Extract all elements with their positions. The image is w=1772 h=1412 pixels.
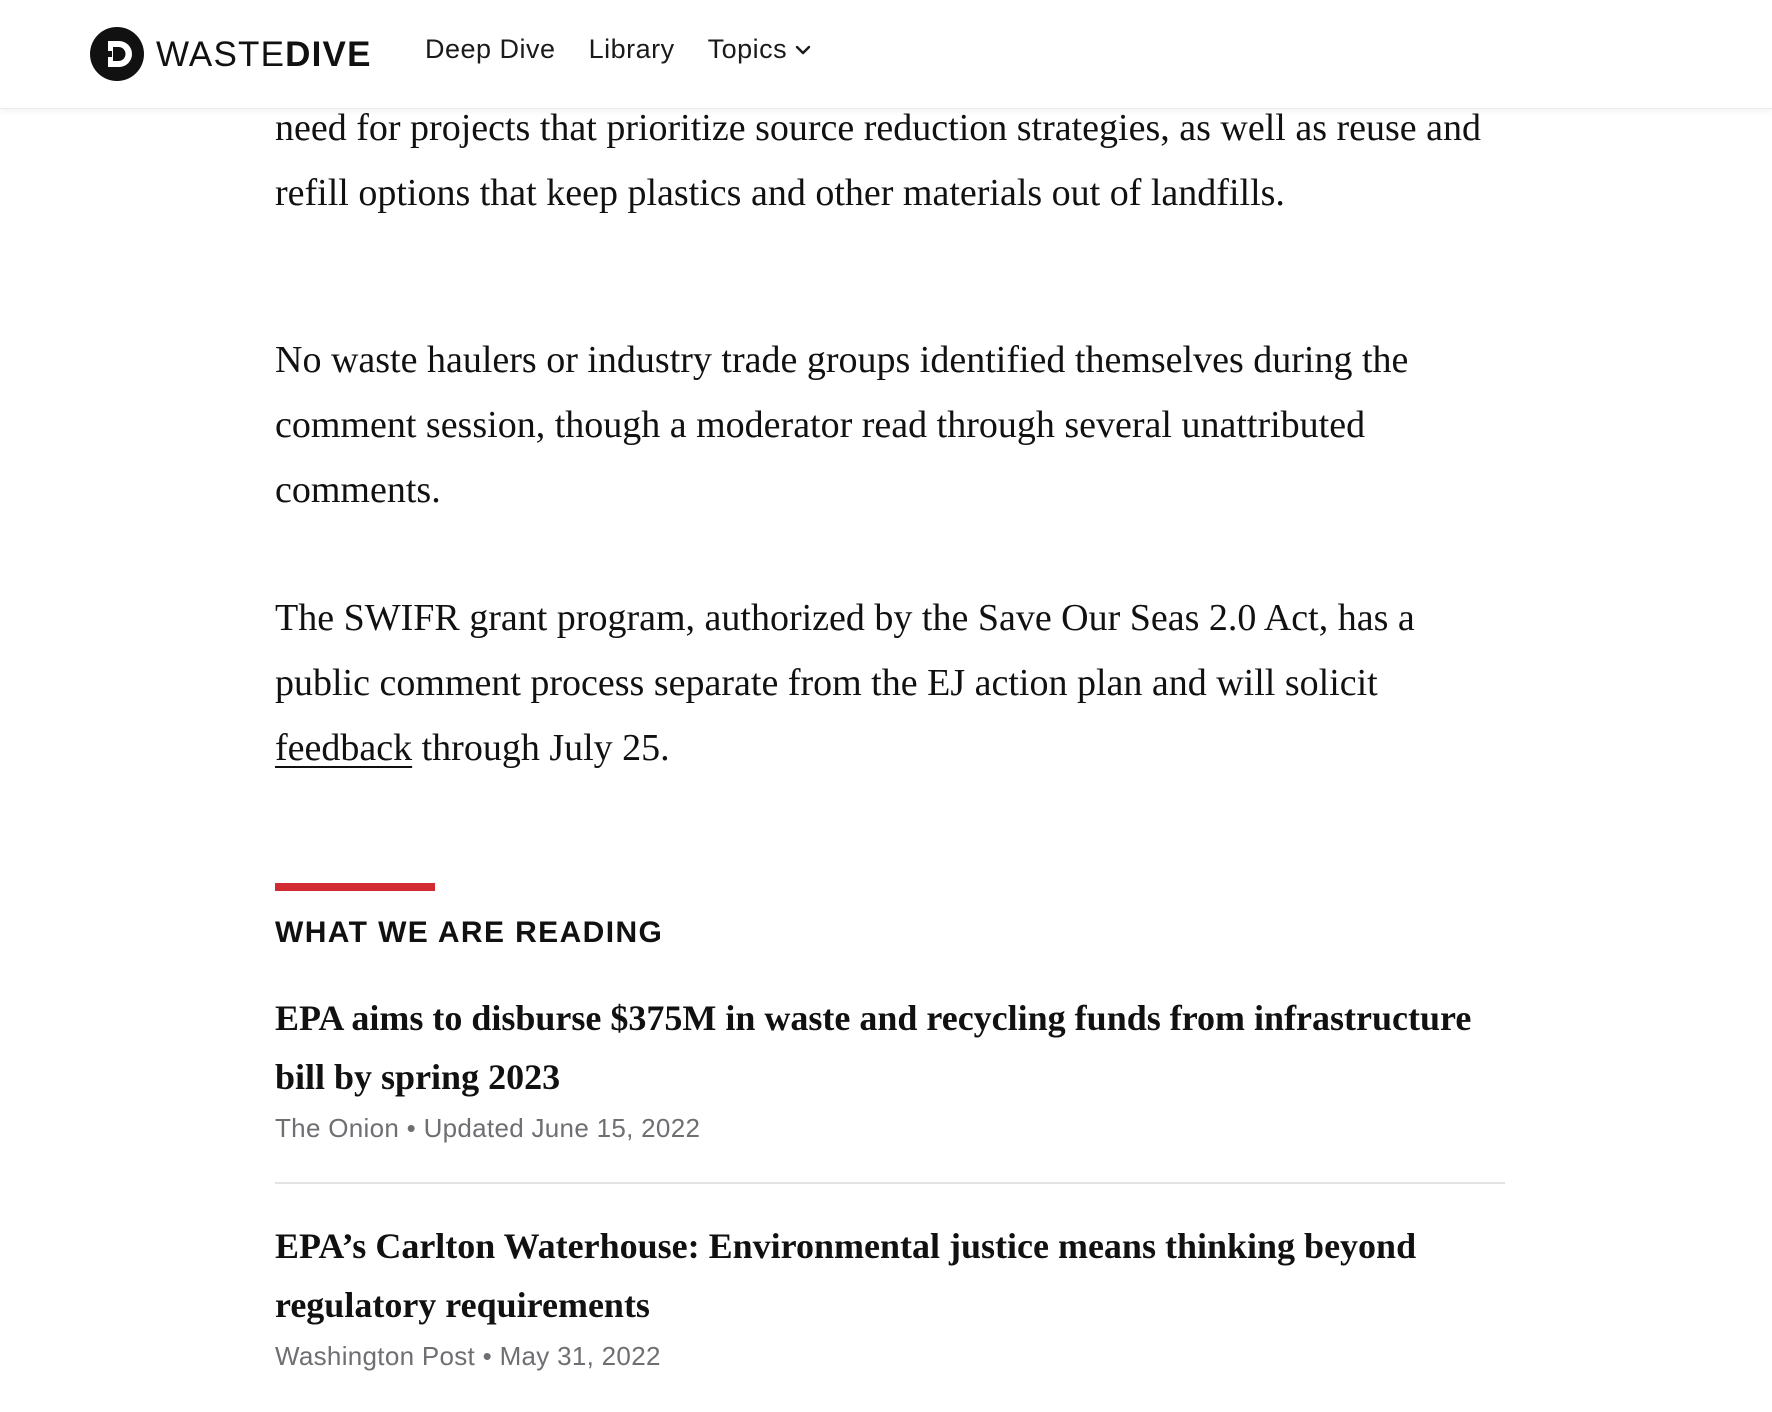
waste-dive-logo-icon [90,27,144,81]
nav-topics-label: Topics [707,34,788,64]
story-date: May 31, 2022 [499,1341,661,1371]
what-we-are-reading-section: WHAT WE ARE READING EPA aims to disburse… [275,883,1505,1371]
story-meta: The Onion • Updated June 15, 2022 [275,1113,1505,1144]
nav-topics[interactable]: Topics [708,34,812,65]
article-paragraph: need for projects that prioritize source… [275,107,1482,214]
site-header: WASTEDIVE Deep Dive Library Topics [0,0,1772,109]
story-meta: Washington Post • May 31, 2022 [275,1341,1505,1372]
logo-wordmark: WASTEDIVE [156,34,372,74]
reading-story[interactable]: EPA aims to disburse $375M in waste and … [275,989,1505,1144]
article-paragraph: The SWIFR grant program, authorized by t… [275,586,1505,781]
meta-separator: • [482,1341,493,1371]
reading-story[interactable]: EPA’s Carlton Waterhouse: Environmental … [275,1217,1505,1372]
story-date: Updated June 15, 2022 [423,1113,701,1143]
story-divider [275,1182,1505,1184]
paragraph-text: through July 25. [412,727,670,769]
feedback-link[interactable]: feedback [275,727,412,769]
chevron-down-icon [795,45,811,54]
story-title-link[interactable]: EPA aims to disburse $375M in waste and … [275,989,1505,1107]
nav-deep-dive[interactable]: Deep Dive [425,34,556,65]
site-logo[interactable]: WASTEDIVE [90,26,372,82]
story-source: Washington Post [275,1341,476,1371]
section-title: WHAT WE ARE READING [275,916,664,949]
section-accent-rule [275,883,435,891]
paragraph-text: The SWIFR grant program, authorized by t… [275,597,1415,704]
main-nav: Deep Dive Library Topics [425,34,844,65]
story-title-link[interactable]: EPA’s Carlton Waterhouse: Environmental … [275,1217,1505,1335]
meta-separator: • [406,1113,417,1143]
article-paragraph: No waste haulers or industry trade group… [275,339,1409,511]
nav-library[interactable]: Library [589,34,675,65]
story-source: The Onion [275,1113,400,1143]
